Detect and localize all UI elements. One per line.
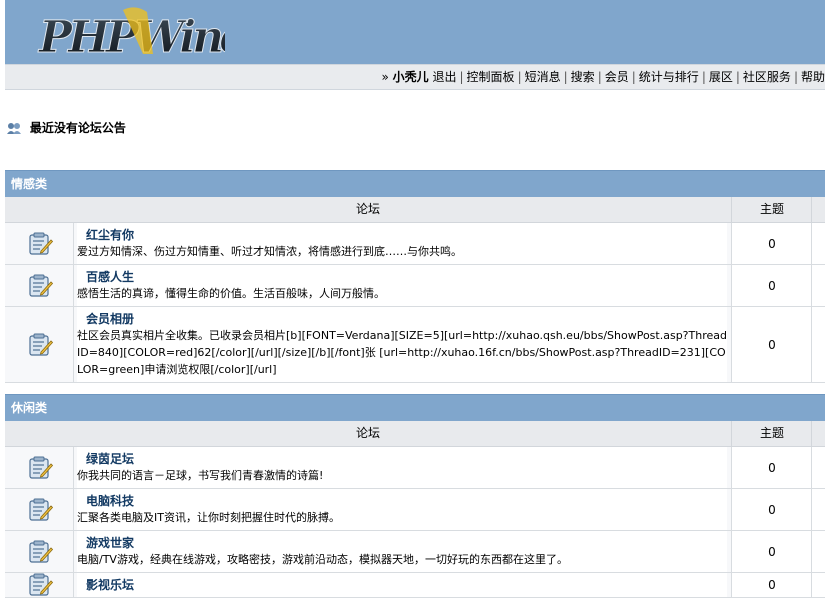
forum-name-link[interactable]: 游戏世家 xyxy=(77,536,727,551)
forum-extra-col xyxy=(811,573,825,597)
forum-notepad-icon xyxy=(27,333,54,357)
notice-text: 最近没有论坛公告 xyxy=(29,121,126,135)
forum-info: 游戏世家电脑/TV游戏，经典在线游戏，攻略密技，游戏前沿动态，模拟器天地，一切好… xyxy=(77,531,727,572)
forum-description: 爱过方知情深、伤过方知情重、听过才知情浓，将情感进行到底……与你共鸣。 xyxy=(77,245,462,258)
forum-notepad-icon xyxy=(27,573,54,597)
nav-separator: | xyxy=(563,70,568,84)
forum-topic-count: 0 xyxy=(731,223,812,264)
forum-icon-cell xyxy=(5,573,74,597)
nav-link-4[interactable]: 会员 xyxy=(605,70,629,84)
forum-notepad-icon xyxy=(27,498,54,522)
forum-extra-col xyxy=(811,307,825,382)
nav-prefix: » xyxy=(381,70,389,84)
forum-info: 百感人生感悟生活的真谛，懂得生命的价值。生活百般味，人间万般情。 xyxy=(77,265,727,306)
forum-topic-count: 0 xyxy=(731,531,812,572)
forum-icon-cell xyxy=(5,447,74,488)
forum-extra-col xyxy=(811,447,825,488)
forum-name-link[interactable]: 电脑科技 xyxy=(77,494,727,509)
forum-row: 影视乐坛 0 xyxy=(5,573,825,598)
notice-icon xyxy=(6,121,22,135)
forum-name-link[interactable]: 百感人生 xyxy=(77,270,727,285)
forum-info: 影视乐坛 xyxy=(77,573,727,597)
forum-row: 绿茵足坛 你我共同的语言－足球，书写我们青春激情的诗篇! 0 xyxy=(5,447,825,489)
category-title[interactable]: 休闲类 xyxy=(5,394,825,421)
forum-notepad-icon xyxy=(27,456,54,480)
nav-separator: | xyxy=(597,70,602,84)
nav-separator: | xyxy=(735,70,740,84)
nav-separator: | xyxy=(631,70,636,84)
nav-link-3[interactable]: 搜索 xyxy=(571,70,595,84)
header-topic-label: 主题 xyxy=(731,197,812,222)
forum-extra-col xyxy=(811,531,825,572)
header-extra-col xyxy=(811,197,825,222)
forum-description: 社区会员真实相片全收集。已收录会员相片[b][FONT=Verdana][SIZ… xyxy=(77,329,727,376)
forum-icon-cell xyxy=(5,223,74,264)
forum-topic-count: 0 xyxy=(731,573,812,597)
category-header: 论坛 主题 xyxy=(5,197,825,223)
top-nav-bar: » 小秃儿 退出 | 控制面板 | 短消息 | 搜索 | 会员 | 统计与排行 | 展区 | 社区服务 | 帮助 xyxy=(5,64,825,90)
forum-notepad-icon xyxy=(27,232,54,256)
nav-link-2[interactable]: 短消息 xyxy=(525,70,561,84)
forum-row: 电脑科技 汇聚各类电脑及IT资讯，让你时刻把握住时代的脉搏。 0 xyxy=(5,489,825,531)
forum-description: 感悟生活的真谛，懂得生命的价值。生活百般味，人间万般情。 xyxy=(77,287,385,300)
forum-icon-cell xyxy=(5,265,74,306)
category-header: 论坛 主题 xyxy=(5,421,825,447)
forum-info: 会员相册社区会员真实相片全收集。已收录会员相片[b][FONT=Verdana]… xyxy=(77,307,727,382)
forum-info: 红尘有你爱过方知情深、伤过方知情重、听过才知情浓，将情感进行到底……与你共鸣。 xyxy=(77,223,727,264)
header-forum-label: 论坛 xyxy=(355,426,380,440)
nav-username[interactable]: 小秃儿 xyxy=(393,70,429,84)
nav-menu: » 小秃儿 退出 | 控制面板 | 短消息 | 搜索 | 会员 | 统计与排行 | 展区 | 社区服务 | 帮助 xyxy=(381,65,825,89)
nav-link-6[interactable]: 展区 xyxy=(709,70,733,84)
forum-name-link[interactable]: 绿茵足坛 xyxy=(77,452,727,467)
forum-row: 游戏世家电脑/TV游戏，经典在线游戏，攻略密技，游戏前沿动态，模拟器天地，一切好… xyxy=(5,531,825,573)
forum-description: 你我共同的语言－足球，书写我们青春激情的诗篇! xyxy=(77,469,324,482)
nav-separator: | xyxy=(793,70,798,84)
forum-icon-cell xyxy=(5,531,74,572)
forum-icon-cell xyxy=(5,307,74,382)
forum-info: 电脑科技汇聚各类电脑及IT资讯，让你时刻把握住时代的脉搏。 xyxy=(77,489,727,530)
forum-topic-count: 0 xyxy=(731,447,812,488)
forum-extra-col xyxy=(811,223,825,264)
forum-icon-cell xyxy=(5,489,74,530)
nav-separator: | xyxy=(459,70,464,84)
forum-row: 会员相册社区会员真实相片全收集。已收录会员相片[b][FONT=Verdana]… xyxy=(5,307,825,383)
forum-topic-count: 0 xyxy=(731,489,812,530)
nav-link-0[interactable]: 退出 xyxy=(432,70,456,84)
forum-topic-count: 0 xyxy=(731,265,812,306)
category-title[interactable]: 情感类 xyxy=(5,170,825,197)
nav-link-7[interactable]: 社区服务 xyxy=(743,70,791,84)
nav-link-8[interactable]: 帮助 xyxy=(801,70,825,84)
forum-extra-col xyxy=(811,265,825,306)
header-topic-label: 主题 xyxy=(731,421,812,446)
forum-row: 红尘有你 爱过方知情深、伤过方知情重、听过才知情浓，将情感进行到底……与你共鸣。 0 xyxy=(5,223,825,265)
category-leisure: 休闲类 论坛 主题 绿茵足坛 你我共同的语言－足球，书写我们青春激情的诗篇! 0 电脑科技汇… xyxy=(5,394,825,598)
nav-separator: | xyxy=(517,70,522,84)
forum-topic-count: 0 xyxy=(731,307,812,382)
category-emotion: 情感类论坛 主题 红尘有你爱过方知情深、伤过方知情重、听过才知情浓，将情感进行到底…… xyxy=(5,170,825,383)
header-forum-label: 论坛 xyxy=(355,202,380,216)
forum-row: 百感人生 感悟生活的真谛，懂得生命的价值。生活百般味，人间万般情。 0 xyxy=(5,265,825,307)
forum-name-link[interactable]: 影视乐坛 xyxy=(77,578,727,593)
nav-link-1[interactable]: 控制面板 xyxy=(467,70,515,84)
forum-description: 汇聚各类电脑及IT资讯，让你时刻把握住时代的脉搏。 xyxy=(77,511,340,524)
forum-description: 电脑/TV游戏，经典在线游戏，攻略密技，游戏前沿动态，模拟器天地，一切好玩的东西… xyxy=(77,553,568,566)
phpwind-logo[interactable]: PHPWind xyxy=(35,2,225,62)
forum-info: 绿茵足坛你我共同的语言－足球，书写我们青春激情的诗篇! xyxy=(77,447,727,488)
forum-notepad-icon xyxy=(27,274,54,298)
forum-extra-col xyxy=(811,489,825,530)
forum-notice: 最近没有论坛公告 xyxy=(6,119,126,137)
forum-notepad-icon xyxy=(27,540,54,564)
nav-separator: | xyxy=(701,70,706,84)
forum-name-link[interactable]: 会员相册 xyxy=(77,312,727,327)
header-extra-col xyxy=(811,421,825,446)
forum-name-link[interactable]: 红尘有你 xyxy=(77,228,727,243)
nav-link-5[interactable]: 统计与排行 xyxy=(639,70,699,84)
site-header: PHPWind xyxy=(5,0,825,64)
